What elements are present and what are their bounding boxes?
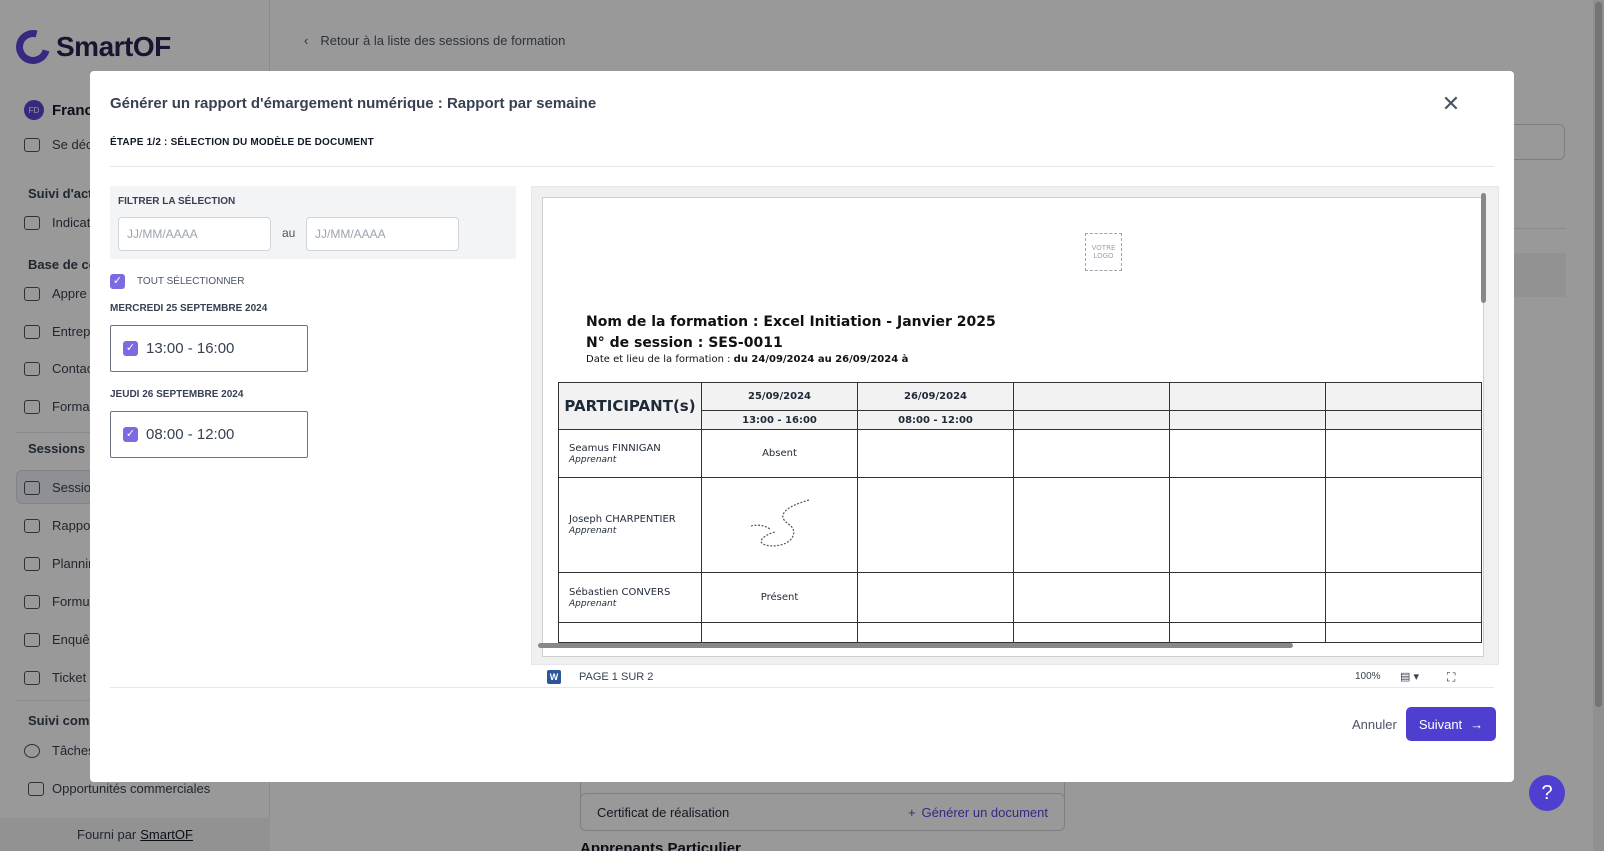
- dates-value: du 24/09/2024 au 26/09/2024 à: [733, 354, 909, 365]
- close-button[interactable]: ✕: [1438, 91, 1464, 117]
- attendance-signature: [701, 477, 858, 573]
- attendance-cell: [1013, 572, 1170, 623]
- next-button[interactable]: Suivant →: [1406, 707, 1496, 741]
- formation-dates: Date et lieu de la formation : du 24/09/…: [586, 354, 908, 365]
- divider: [110, 687, 1494, 688]
- day-label: JEUDI 26 SEPTEMBRE 2024: [110, 389, 244, 400]
- filter-title: FILTRER LA SÉLECTION: [118, 196, 236, 207]
- arrow-right-icon: →: [1470, 716, 1484, 732]
- page-count: PAGE 1 SUR 2: [579, 671, 654, 683]
- slot-label: 13:00 - 16:00: [146, 340, 235, 357]
- logo-placeholder: VOTRE LOGO: [1085, 233, 1122, 271]
- step-label: ÉTAPE 1/2 : SÉLECTION DU MODÈLE DE DOCUM…: [110, 137, 374, 148]
- attendance-table: PARTICIPANT(s) 25/09/2024 26/09/2024 13:…: [558, 382, 1482, 643]
- participants-header: PARTICIPANT(s): [558, 382, 702, 430]
- attendance-cell: [1325, 429, 1482, 478]
- attendance-cell: [1325, 622, 1482, 643]
- next-button-label: Suivant: [1418, 716, 1463, 732]
- attendance-cell: [1169, 429, 1326, 478]
- attendance-cell: [1169, 477, 1326, 573]
- select-all-label: TOUT SÉLECTIONNER: [137, 276, 245, 287]
- preview-vertical-scrollbar[interactable]: [1481, 193, 1486, 303]
- participant-name: Sébastien CONVERS: [569, 586, 671, 598]
- table-row: Sébastien CONVERS Apprenant Présent: [558, 572, 1482, 623]
- attendance-cell: [857, 477, 1014, 573]
- help-button[interactable]: ?: [1529, 775, 1565, 811]
- table-row: [558, 622, 1482, 643]
- modal-title: Générer un rapport d'émargement numériqu…: [110, 95, 597, 112]
- close-icon: ✕: [1441, 91, 1461, 116]
- signature-image: [750, 498, 809, 546]
- participant-cell: Joseph CHARPENTIER Apprenant: [558, 477, 702, 573]
- attendance-status: Absent: [701, 429, 858, 478]
- participant-name: Joseph CHARPENTIER: [569, 514, 676, 525]
- check-icon: ✓: [123, 427, 138, 442]
- date-header: 25/09/2024: [701, 382, 858, 411]
- participant-cell: [558, 622, 702, 643]
- attendance-cell: [857, 429, 1014, 478]
- help-icon: ?: [1541, 781, 1553, 804]
- word-document-icon: W: [547, 670, 561, 684]
- start-date-input[interactable]: [118, 217, 271, 251]
- date-header: 26/09/2024: [857, 382, 1014, 411]
- document-preview[interactable]: VOTRE LOGO Nom de la formation : Excel I…: [531, 186, 1499, 665]
- attendance-cell: [1013, 429, 1170, 478]
- attendance-cell: [701, 622, 858, 643]
- participant-cell: Sébastien CONVERS Apprenant: [558, 572, 702, 623]
- date-header-empty: [1325, 382, 1482, 411]
- time-header-empty: [1169, 410, 1326, 430]
- page-view-icon[interactable]: ▤ ▾: [1400, 670, 1419, 683]
- attendance-cell: [857, 622, 1014, 643]
- attendance-cell: [857, 572, 1014, 623]
- preview-horizontal-scrollbar[interactable]: [538, 643, 1293, 648]
- check-icon: ✓: [110, 274, 125, 289]
- participant-name: Seamus FINNIGAN: [569, 442, 661, 454]
- slot-checkbox[interactable]: ✓ 13:00 - 16:00: [110, 325, 308, 372]
- date-range-separator: au: [282, 226, 296, 240]
- participant-role: Apprenant: [569, 598, 617, 609]
- participant-role: Apprenant: [569, 526, 617, 536]
- attendance-cell: [1325, 572, 1482, 623]
- attendance-status: Présent: [701, 572, 858, 623]
- table-row: Seamus FINNIGAN Apprenant Absent: [558, 429, 1482, 478]
- time-header: 13:00 - 16:00: [701, 410, 858, 430]
- zoom-level[interactable]: 100%: [1355, 671, 1381, 682]
- preview-page: VOTRE LOGO Nom de la formation : Excel I…: [542, 197, 1484, 657]
- attendance-cell: [1013, 477, 1170, 573]
- filter-panel: FILTRER LA SÉLECTION au: [110, 186, 516, 259]
- time-header-empty: [1013, 410, 1170, 430]
- slot-checkbox[interactable]: ✓ 08:00 - 12:00: [110, 411, 308, 458]
- date-header-empty: [1169, 382, 1326, 411]
- day-label: MERCREDI 25 SEPTEMBRE 2024: [110, 303, 268, 314]
- fullscreen-icon[interactable]: ⛶: [1447, 670, 1455, 685]
- attendance-cell: [1325, 477, 1482, 573]
- time-header-empty: [1325, 410, 1482, 430]
- divider: [110, 166, 1494, 167]
- dates-prefix: Date et lieu de la formation :: [586, 354, 731, 365]
- participant-cell: Seamus FINNIGAN Apprenant: [558, 429, 702, 478]
- end-date-input[interactable]: [306, 217, 459, 251]
- attendance-report-modal: Générer un rapport d'émargement numériqu…: [90, 71, 1514, 782]
- session-number: N° de session : SES-0011: [586, 335, 783, 351]
- cancel-button[interactable]: Annuler: [1342, 707, 1407, 741]
- attendance-cell: [1169, 622, 1326, 643]
- attendance-cell: [1169, 572, 1326, 623]
- preview-toolbar: W PAGE 1 SUR 2 100% ▤ ▾ ⛶: [531, 665, 1499, 687]
- select-all-checkbox[interactable]: ✓ TOUT SÉLECTIONNER: [110, 274, 244, 289]
- formation-name: Nom de la formation : Excel Initiation -…: [586, 314, 996, 330]
- check-icon: ✓: [123, 341, 138, 356]
- slot-label: 08:00 - 12:00: [146, 426, 235, 443]
- attendance-cell: [1013, 622, 1170, 643]
- date-header-empty: [1013, 382, 1170, 411]
- time-header: 08:00 - 12:00: [857, 410, 1014, 430]
- participant-role: Apprenant: [569, 454, 617, 465]
- table-row: Joseph CHARPENTIER Apprenant: [558, 477, 1482, 573]
